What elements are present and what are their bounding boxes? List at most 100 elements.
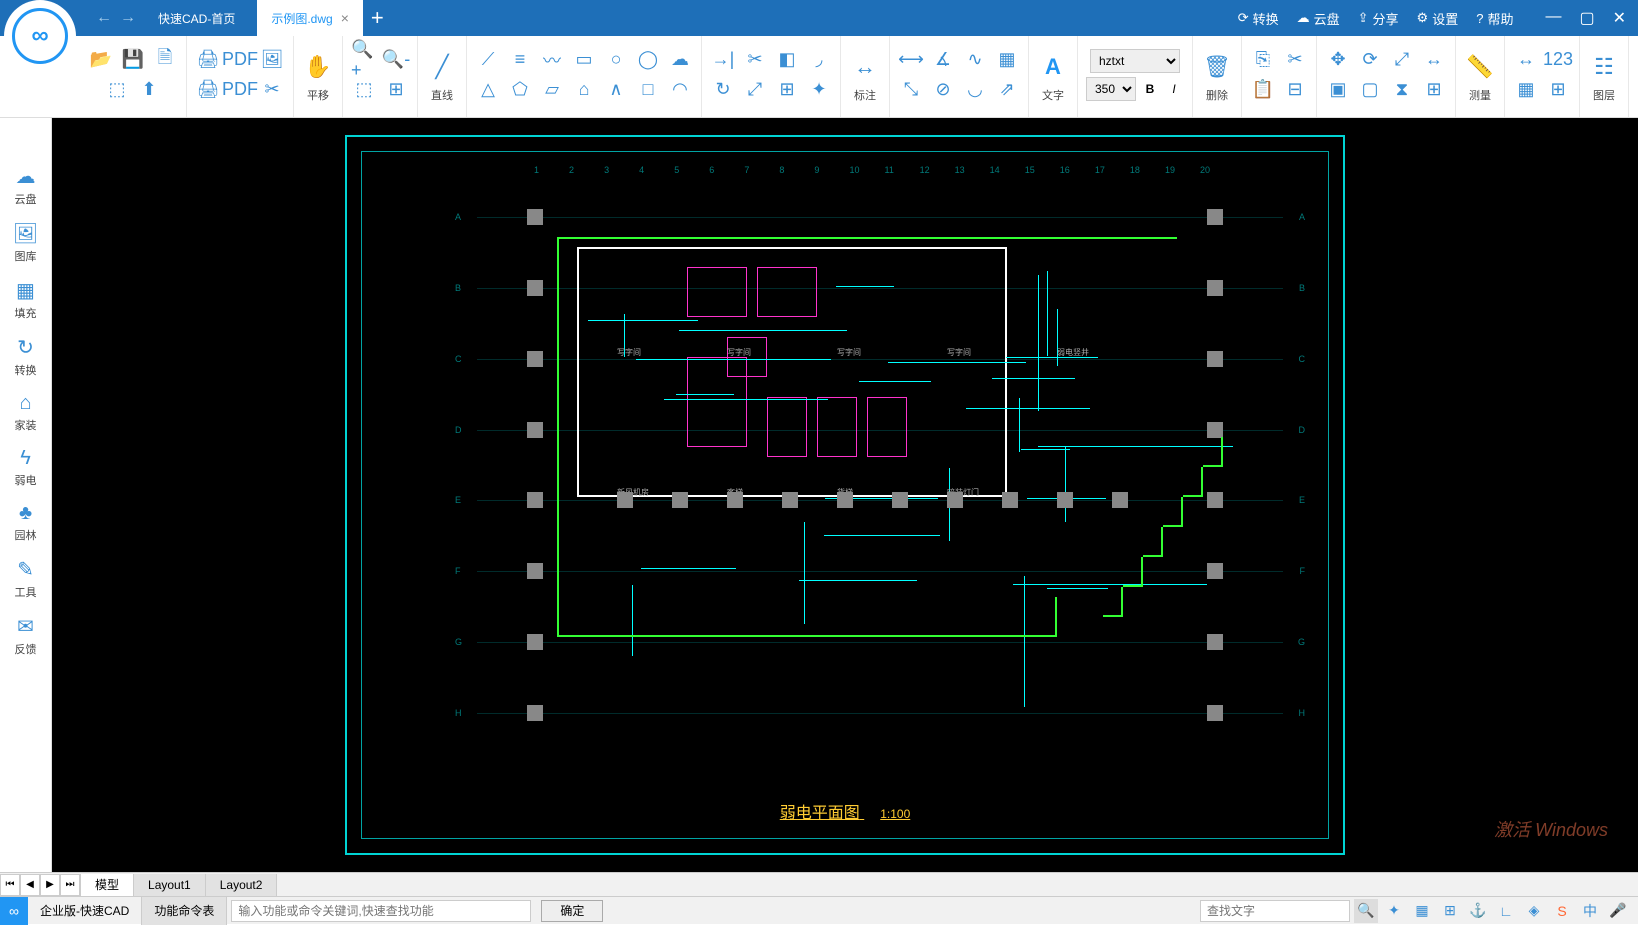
close-icon[interactable]: × (341, 10, 349, 26)
zoom-out-icon[interactable]: 🔍- (383, 47, 409, 73)
area-icon[interactable]: ▦ (1513, 77, 1539, 103)
table-icon[interactable]: ⊞ (1545, 77, 1571, 103)
print-icon[interactable]: 🖨 (195, 47, 221, 73)
zoom-extents-icon[interactable]: ⊞ (383, 77, 409, 103)
share-button[interactable]: ⇪分享 (1358, 9, 1399, 28)
text-icon[interactable]: A (1037, 51, 1069, 83)
arc-dim-icon[interactable]: ◡ (962, 77, 988, 103)
saveas-icon[interactable]: 🗎 (152, 47, 178, 73)
snap-icon[interactable]: ✦ (1382, 899, 1406, 923)
nav-back-icon[interactable]: ← (96, 9, 112, 27)
italic-button[interactable]: I (1164, 82, 1184, 96)
logo-badge-icon[interactable]: S (1550, 899, 1574, 923)
square-icon[interactable]: □ (635, 77, 661, 103)
copy-icon[interactable]: ⎘ (1250, 47, 1276, 73)
angular-dim-icon[interactable]: ∡ (930, 47, 956, 73)
cloud-button[interactable]: ☁云盘 (1297, 9, 1340, 28)
osnap-icon[interactable]: ⚓ (1466, 899, 1490, 923)
sidebar-item-1[interactable]: 🖼图库 (0, 215, 51, 270)
paste-icon[interactable]: 📋 (1250, 77, 1276, 103)
size-select[interactable]: 350 (1086, 77, 1136, 101)
ungroup-icon[interactable]: ▢ (1357, 77, 1383, 103)
close-window-icon[interactable]: ✕ (1613, 8, 1626, 28)
search-icon[interactable]: 🔍 (1354, 899, 1378, 923)
sidebar-item-6[interactable]: ♣园林 (0, 496, 51, 549)
line-icon[interactable]: ╱ (426, 51, 458, 83)
stretch-icon[interactable]: ↔ (1421, 47, 1447, 73)
number-icon[interactable]: 123 (1545, 47, 1571, 73)
pdf-icon[interactable]: PDF (227, 47, 253, 73)
confirm-button[interactable]: 确定 (541, 900, 603, 922)
scale-icon[interactable]: ⤢ (742, 77, 768, 103)
circle-icon[interactable]: ○ (603, 47, 629, 73)
triangle-icon[interactable]: △ (475, 77, 501, 103)
find-text-input[interactable] (1200, 900, 1350, 922)
nav-forward-icon[interactable]: → (120, 9, 136, 27)
hand-icon[interactable]: ✋ (302, 51, 334, 83)
spline-icon[interactable]: 〰 (539, 47, 565, 73)
layout-last-icon[interactable]: ⏭ (60, 874, 80, 896)
polyline-icon[interactable]: ⟋ (475, 47, 501, 73)
diameter-dim-icon[interactable]: ⊘ (930, 77, 956, 103)
layers-icon[interactable]: ☷ (1588, 51, 1620, 83)
rotate-icon[interactable]: ↻ (710, 77, 736, 103)
linear-dim-icon[interactable]: ⟷ (898, 47, 924, 73)
group-icon[interactable]: ▣ (1325, 77, 1351, 103)
save-icon[interactable]: 💾 (120, 47, 146, 73)
rotate2-icon[interactable]: ⟳ (1357, 47, 1383, 73)
zoom-in-icon[interactable]: 🔍+ (351, 47, 377, 73)
open-icon[interactable]: 📂 (88, 47, 114, 73)
radius-dim-icon[interactable]: ∿ (962, 47, 988, 73)
image-icon[interactable]: 🖼 (259, 47, 285, 73)
extend-icon[interactable]: →| (710, 47, 736, 73)
layout-next-icon[interactable]: ▶ (40, 874, 60, 896)
settings-button[interactable]: ⚙设置 (1417, 9, 1459, 28)
layout-tab-1[interactable]: Layout1 (134, 874, 206, 896)
cut-icon[interactable]: ✂ (1282, 47, 1308, 73)
dimension-icon[interactable]: ↔ (849, 51, 881, 83)
explode-icon[interactable]: ✦ (806, 77, 832, 103)
ortho-icon[interactable]: ∟ (1494, 899, 1518, 923)
leader-icon[interactable]: ⇗ (994, 77, 1020, 103)
caret-icon[interactable]: ∧ (603, 77, 629, 103)
clip-icon[interactable]: ✂ (259, 77, 285, 103)
export-icon[interactable]: ⬆ (136, 77, 162, 103)
add-tab-button[interactable]: + (371, 5, 384, 31)
undo-icon[interactable]: ⬚ (104, 77, 130, 103)
sidebar-item-4[interactable]: ⌂家装 (0, 386, 51, 439)
sidebar-item-5[interactable]: ϟ弱电 (0, 441, 51, 494)
sidebar-item-3[interactable]: ↻转换 (0, 329, 51, 384)
coord-dim-icon[interactable]: ▦ (994, 47, 1020, 73)
mirror-icon[interactable]: ⧗ (1389, 77, 1415, 103)
layout-tab-2[interactable]: Layout2 (206, 874, 278, 896)
cloud-draw-icon[interactable]: ☁ (667, 47, 693, 73)
maximize-icon[interactable]: ▢ (1579, 8, 1594, 28)
sidebar-item-8[interactable]: ✉反馈 (0, 608, 51, 663)
sidebar-item-0[interactable]: ☁云盘 (0, 158, 51, 213)
tab-drawing[interactable]: 示例图.dwg × (257, 0, 363, 36)
pentagon-icon[interactable]: ⬠ (507, 77, 533, 103)
distance-icon[interactable]: ↔ (1513, 47, 1539, 73)
help-button[interactable]: ?帮助 (1476, 9, 1513, 28)
bold-button[interactable]: B (1140, 82, 1160, 96)
print2-icon[interactable]: 🖨 (195, 77, 221, 103)
font-select[interactable]: hztxt (1090, 49, 1180, 73)
sidebar-item-7[interactable]: ✎工具 (0, 551, 51, 606)
tab-home[interactable]: 快速CAD-首页 (144, 0, 249, 36)
multiline-icon[interactable]: ≡ (507, 47, 533, 73)
align-icon[interactable]: ⊟ (1282, 77, 1308, 103)
zoom-window-icon[interactable]: ⬚ (351, 77, 377, 103)
cmd-table-button[interactable]: 功能命令表 (142, 897, 227, 925)
aligned-dim-icon[interactable]: ⤡ (898, 77, 924, 103)
minimize-icon[interactable]: — (1545, 8, 1561, 28)
trap-icon[interactable]: ⌂ (571, 77, 597, 103)
trim-icon[interactable]: ✂ (742, 47, 768, 73)
grid-icon[interactable]: ⊞ (1421, 77, 1447, 103)
mic-icon[interactable]: 🎤 (1606, 899, 1630, 923)
app-logo[interactable]: ∞ (4, 0, 76, 72)
scale2-icon[interactable]: ⤢ (1389, 47, 1415, 73)
arc-icon[interactable]: ◠ (667, 77, 693, 103)
rectangle-icon[interactable]: ▭ (571, 47, 597, 73)
canvas[interactable]: AABBCCDDEEFFGGHH123456789101112131415161… (52, 118, 1638, 872)
layout-prev-icon[interactable]: ◀ (20, 874, 40, 896)
